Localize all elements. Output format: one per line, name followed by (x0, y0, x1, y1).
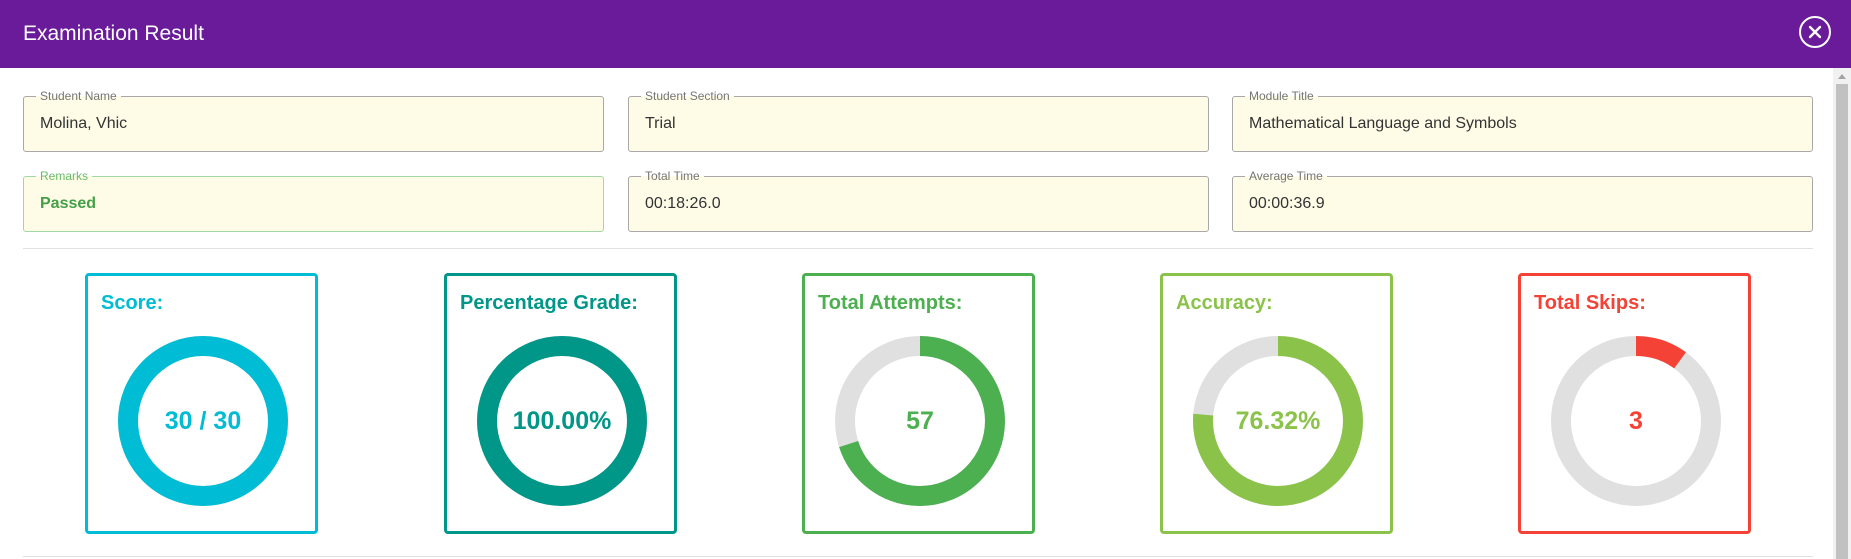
total-time-label: Total Time (641, 169, 704, 183)
average-time-label: Average Time (1245, 169, 1327, 183)
total-attempts-value: 57 (906, 406, 934, 435)
bottom-divider (23, 556, 1813, 557)
total-time-value: 00:18:26.0 (645, 195, 721, 212)
module-title-field[interactable]: Module Title Mathematical Language and S… (1232, 89, 1813, 152)
student-name-label: Student Name (36, 89, 121, 103)
close-icon (1808, 25, 1822, 39)
score-title: Score: (101, 292, 164, 314)
module-title-value: Mathematical Language and Symbols (1249, 115, 1517, 132)
remarks-field[interactable]: Remarks Passed (23, 169, 604, 232)
percentage-grade-card: Percentage Grade: 100.00% (444, 273, 677, 534)
student-section-label: Student Section (641, 89, 734, 103)
total-attempts-title: Total Attempts: (818, 292, 963, 314)
percentage-grade-title: Percentage Grade: (460, 292, 638, 314)
total-skips-card: Total Skips: 3 (1518, 273, 1751, 534)
accuracy-title: Accuracy: (1176, 292, 1273, 314)
score-card: Score: 30 / 30 (85, 273, 318, 534)
scrollbar[interactable] (1833, 68, 1851, 559)
scroll-up-arrow-icon[interactable] (1838, 74, 1846, 79)
student-name-field[interactable]: Student Name Molina, Vhic (23, 89, 604, 152)
remarks-label: Remarks (36, 169, 93, 183)
scrollbar-thumb[interactable] (1836, 84, 1848, 559)
average-time-field[interactable]: Average Time 00:00:36.9 (1232, 169, 1813, 232)
average-time-value: 00:00:36.9 (1249, 195, 1325, 212)
percentage-grade-value: 100.00% (512, 406, 612, 435)
accuracy-card: Accuracy: 76.32% (1160, 273, 1393, 534)
section-divider (23, 248, 1813, 249)
module-title-label: Module Title (1245, 89, 1318, 103)
close-button[interactable] (1799, 16, 1831, 48)
total-skips-title: Total Skips: (1534, 292, 1646, 314)
accuracy-value: 76.32% (1235, 406, 1321, 435)
total-time-field[interactable]: Total Time 00:18:26.0 (628, 169, 1209, 232)
dialog-header: Examination Result (0, 0, 1851, 68)
score-value: 30 / 30 (164, 406, 242, 435)
student-section-value: Trial (645, 115, 676, 132)
student-section-field[interactable]: Student Section Trial (628, 89, 1209, 152)
total-attempts-card: Total Attempts: 57 (802, 273, 1035, 534)
dialog-title: Examination Result (23, 22, 204, 45)
total-skips-value: 3 (1629, 406, 1643, 435)
student-name-value: Molina, Vhic (40, 115, 128, 132)
remarks-value: Passed (40, 195, 97, 212)
